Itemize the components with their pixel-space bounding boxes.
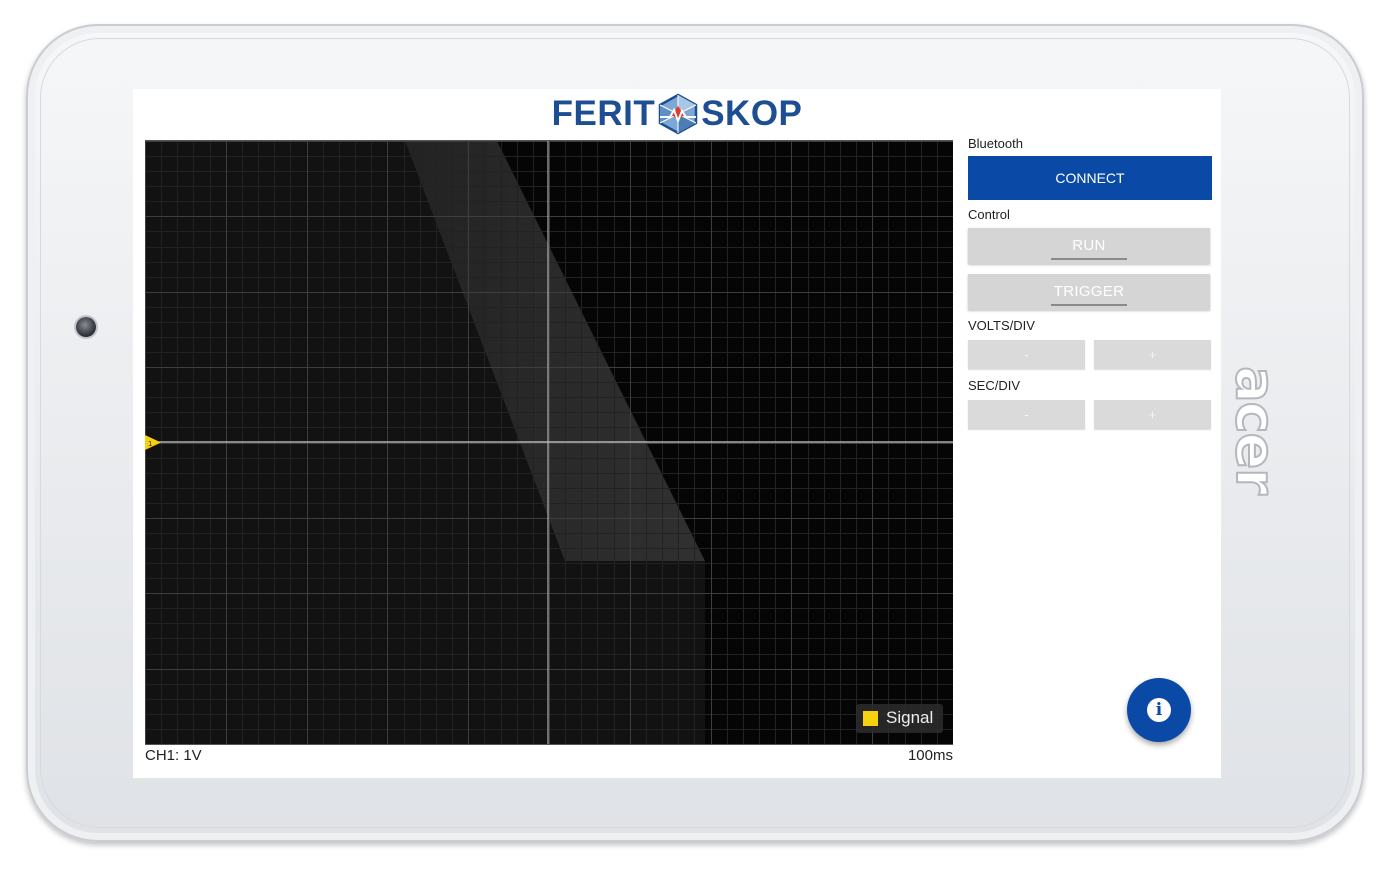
app-logo: FERIT SKOP: [133, 91, 1221, 135]
legend-label: Signal: [886, 708, 934, 727]
run-button[interactable]: RUN: [968, 228, 1210, 264]
trigger-toggle-indicator: [1051, 304, 1127, 306]
trigger-marker-label: 1: [148, 440, 152, 448]
sec-div-decrease-button[interactable]: -: [968, 400, 1085, 429]
oscilloscope-display[interactable]: 1: [145, 140, 953, 745]
connect-button[interactable]: CONNECT: [968, 156, 1212, 200]
run-button-label: RUN: [1072, 237, 1106, 254]
info-icon: i: [1147, 698, 1171, 722]
info-button[interactable]: i: [1127, 678, 1191, 742]
channel-scale-label: CH1: 1V: [145, 747, 202, 764]
device-brand-logo: acer: [1223, 365, 1288, 495]
volts-div-decrease-button[interactable]: -: [968, 340, 1085, 369]
chart-legend: Signal: [856, 704, 943, 733]
trigger-button-label: TRIGGER: [1053, 283, 1125, 300]
trigger-button[interactable]: TRIGGER: [968, 274, 1210, 310]
bluetooth-section-label: Bluetooth: [968, 136, 1023, 151]
time-scale-label: 100ms: [907, 747, 953, 764]
volts-div-increase-button[interactable]: +: [1094, 340, 1211, 369]
sec-div-increase-button[interactable]: +: [1094, 400, 1211, 429]
sec-div-section-label: SEC/DIV: [968, 378, 1021, 393]
front-camera: [76, 317, 96, 337]
logo-emblem-icon: [658, 93, 698, 135]
app-screen: FERIT SKOP 1 Signal CH1: 1V 100ms Blueto…: [133, 89, 1221, 778]
legend-swatch: [863, 711, 878, 726]
logo-text-right: SKOP: [701, 93, 803, 133]
run-toggle-indicator: [1051, 258, 1127, 260]
volts-div-section-label: VOLTS/DIV: [968, 318, 1035, 333]
logo-text-left: FERIT: [551, 93, 656, 133]
control-section-label: Control: [968, 207, 1010, 222]
oscilloscope-grid: 1: [145, 141, 953, 744]
